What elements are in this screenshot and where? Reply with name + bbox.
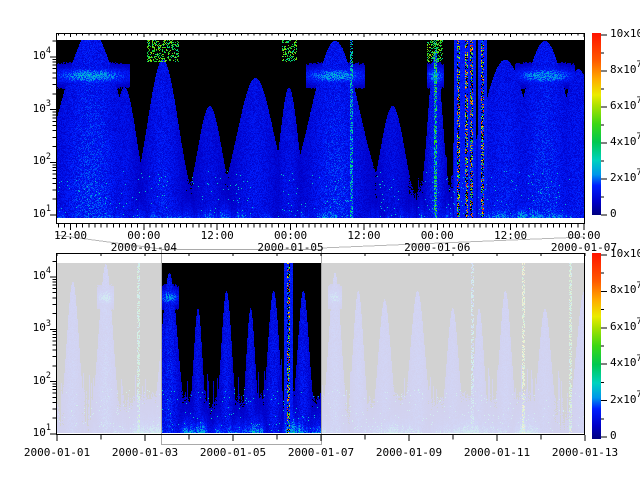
selection-box[interactable]	[161, 249, 322, 445]
top-colorbar-tick-label: 6x107	[610, 100, 640, 112]
bottom-x-date-label: 2000-01-09	[376, 447, 442, 459]
bottom-colorbar-tick-label: 0	[610, 430, 617, 442]
top-spectrogram-canvas[interactable]	[57, 40, 584, 218]
bottom-colorbar-tick-label: 8x107	[610, 284, 640, 296]
top-y-tick-label: 104	[33, 50, 51, 62]
spectrogram-figure: 10410310210110410310210112:0000:002000-0…	[0, 0, 640, 480]
top-y-tick-label: 101	[33, 208, 51, 220]
top-x-time-label: 12:00	[201, 230, 234, 242]
top-x-time-label: 12:00	[54, 230, 87, 242]
top-colorbar-tick-label: 4x107	[610, 136, 640, 148]
bottom-y-tick-label: 101	[33, 427, 51, 439]
bottom-x-date-label: 2000-01-03	[112, 447, 178, 459]
bottom-x-date-label: 2000-01-13	[552, 447, 618, 459]
bottom-x-date-label: 2000-01-11	[464, 447, 530, 459]
bottom-x-date-label: 2000-01-07	[288, 447, 354, 459]
top-colorbar-tick-label: 8x107	[610, 64, 640, 76]
bottom-colorbar-tick-label: 10x107	[610, 248, 640, 260]
top-y-tick-label: 103	[33, 103, 51, 115]
top-colorbar-tick-label: 0	[610, 208, 617, 220]
top-x-time-label: 12:00	[347, 230, 380, 242]
top-x-date-label: 2000-01-06	[404, 242, 470, 254]
bottom-x-date-label: 2000-01-01	[24, 447, 90, 459]
bottom-y-tick-label: 102	[33, 375, 51, 387]
top-x-time-label: 00:00	[127, 230, 160, 242]
top-x-time-label: 00:00	[567, 230, 600, 242]
bottom-colorbar-tick-label: 2x107	[610, 394, 640, 406]
top-y-tick-label: 102	[33, 155, 51, 167]
bottom-y-tick-label: 103	[33, 322, 51, 334]
bottom-x-date-label: 2000-01-05	[200, 447, 266, 459]
bottom-y-tick-label: 104	[33, 270, 51, 282]
top-x-date-label: 2000-01-07	[551, 242, 617, 254]
top-x-time-label: 12:00	[494, 230, 527, 242]
top-x-time-label: 00:00	[421, 230, 454, 242]
bottom-colorbar-tick-label: 6x107	[610, 321, 640, 333]
top-colorbar	[592, 33, 601, 215]
top-colorbar-tick-label: 2x107	[610, 172, 640, 184]
bottom-colorbar-tick-label: 4x107	[610, 357, 640, 369]
top-colorbar-tick-label: 10x107	[610, 28, 640, 40]
bottom-colorbar	[592, 253, 601, 439]
top-x-time-label: 00:00	[274, 230, 307, 242]
